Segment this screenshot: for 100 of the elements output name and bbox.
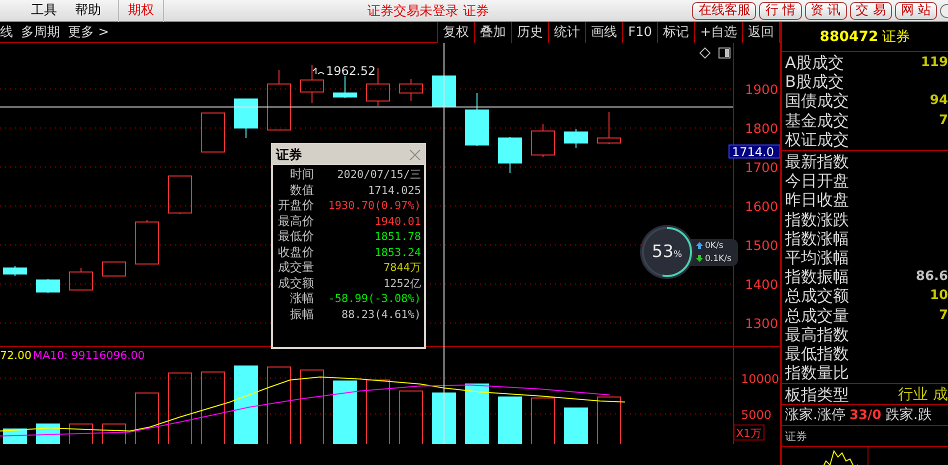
cursor-price-tag: 1714.0 [728, 144, 780, 159]
up-arrow-icon [696, 242, 703, 249]
tooltip-label: 时间 [289, 167, 314, 182]
tooltip-label: 开盘价 [277, 198, 314, 214]
tooltip-value: 1940.01 [374, 214, 421, 229]
peak-price-label: 1962.52 [326, 64, 376, 78]
tooltip-value: 1930.70(0.97%) [327, 198, 421, 214]
candlestick [300, 64, 324, 104]
toolbar-link[interactable]: 线 [0, 23, 17, 41]
peak-marker-icon [312, 68, 324, 74]
quote-label: 指数振幅 [785, 267, 849, 286]
toolbar-button[interactable]: 返回 [742, 22, 779, 42]
nav-button[interactable]: 交 易 [850, 2, 892, 20]
candlestick [333, 76, 357, 98]
quote-value: 119 [920, 55, 948, 70]
candlestick [69, 268, 93, 290]
quote-label: A股成交 [785, 53, 844, 72]
volume-bar [465, 384, 489, 444]
menu-item[interactable]: 帮助 [66, 0, 110, 22]
volume-bar [498, 396, 522, 444]
quote-label: 平均涨幅 [785, 248, 849, 267]
index-code: 880472 [820, 28, 878, 44]
nav-button[interactable]: 在线客服 [692, 2, 756, 20]
quote-label: 指数涨跌 [785, 210, 849, 229]
mini-price-line [822, 450, 858, 465]
price-axis-label: 1700 [745, 161, 778, 176]
tooltip-label: 振幅 [289, 306, 314, 322]
indicator-legend: MA10: 99116096.00 [33, 349, 145, 362]
price-axis-label: 1900 [745, 83, 778, 98]
candlestick [201, 112, 225, 152]
volume-bar [366, 380, 390, 444]
tooltip-label: 涨幅 [289, 291, 314, 306]
diamond-icon[interactable] [699, 47, 711, 59]
tooltip-label: 成交量 [277, 260, 314, 276]
candlestick [234, 98, 258, 138]
volume-bar [432, 392, 456, 444]
toolbar-button[interactable]: 复权 [437, 22, 474, 42]
candlestick [135, 220, 159, 264]
tooltip-value: 7844万 [382, 260, 421, 276]
candlestick [465, 92, 489, 146]
tooltip-value: 1851.78 [374, 229, 421, 244]
quote-label: 跌家.跌 [885, 406, 932, 424]
price-axis-label: 1500 [745, 239, 778, 254]
toolbar-button[interactable]: 历史 [511, 22, 548, 42]
quote-value: 7 [938, 308, 948, 323]
quote-label: 指数涨幅 [785, 228, 849, 248]
candlestick [564, 128, 588, 148]
volume-bar [333, 380, 357, 444]
quote-label: 今日开盘 [785, 171, 849, 190]
toolbar-button[interactable]: 标记 [657, 22, 694, 42]
quote-label: 基金成交 [785, 110, 849, 130]
candlestick [399, 78, 423, 102]
volume-axis-label: 5000 [741, 408, 772, 422]
menu-item[interactable]: 工具 [22, 0, 66, 22]
mini-chart-title: 证券 [785, 428, 807, 444]
tooltip-label: 收盘价 [277, 244, 314, 260]
quote-label: 最新指数 [785, 152, 849, 172]
volume-bar [69, 424, 93, 444]
toolbar-button[interactable]: 叠加 [474, 22, 512, 42]
quote-label: 板指类型 [785, 384, 849, 404]
volume-axis-label: 10000 [741, 372, 780, 386]
candlestick [432, 76, 456, 108]
nav-button[interactable]: 资 讯 [804, 2, 847, 20]
volume-bar [597, 396, 621, 444]
volume-unit-label: X1万 [734, 424, 764, 440]
toolbar-link[interactable]: 更多 > [64, 23, 114, 41]
tooltip-value: 1714.025 [367, 182, 421, 198]
quote-label: 权证成交 [785, 130, 849, 149]
quote-label: 昨日收盘 [785, 190, 849, 210]
panel-toggle-icon[interactable] [718, 48, 730, 58]
candlestick [36, 278, 60, 294]
toolbar-button[interactable]: 统计 [548, 22, 586, 42]
toolbar-button[interactable]: F10 [622, 22, 658, 42]
down-arrow-icon [696, 255, 703, 262]
quote-label: 总成交量 [785, 306, 849, 325]
candlestick [168, 176, 192, 214]
usage-percent: 53% [652, 242, 682, 262]
tooltip-value: 1252亿 [382, 276, 421, 291]
indicator-legend: 72.00 [0, 349, 32, 362]
volume-bar [531, 398, 555, 444]
nav-button[interactable]: 行 情 [759, 2, 802, 20]
quote-label: 国债成交 [785, 91, 849, 110]
quote-value: 7 [938, 112, 948, 128]
tooltip-value: -58.99(-3.08%) [327, 291, 421, 306]
toolbar-button[interactable]: 画线 [585, 22, 622, 42]
tooltip-label: 数值 [289, 182, 314, 198]
candlestick [498, 136, 522, 174]
volume-bar [135, 392, 159, 444]
quote-value: 86.6 [916, 269, 948, 284]
volume-bar [564, 408, 588, 444]
price-axis-label: 1300 [745, 317, 778, 332]
toolbar-link[interactable]: 多周期 [17, 23, 64, 41]
nav-button[interactable]: 网 站 [894, 2, 937, 20]
price-axis-label: 1400 [745, 278, 778, 293]
quote-value: 10 [930, 288, 948, 304]
toolbar-button[interactable]: +自选 [694, 22, 742, 42]
index-name: 证券 [882, 28, 910, 46]
tooltip-value: 88.23(4.61%) [340, 306, 421, 322]
candlestick [3, 266, 27, 276]
menu-item[interactable]: 期权 [118, 0, 164, 22]
